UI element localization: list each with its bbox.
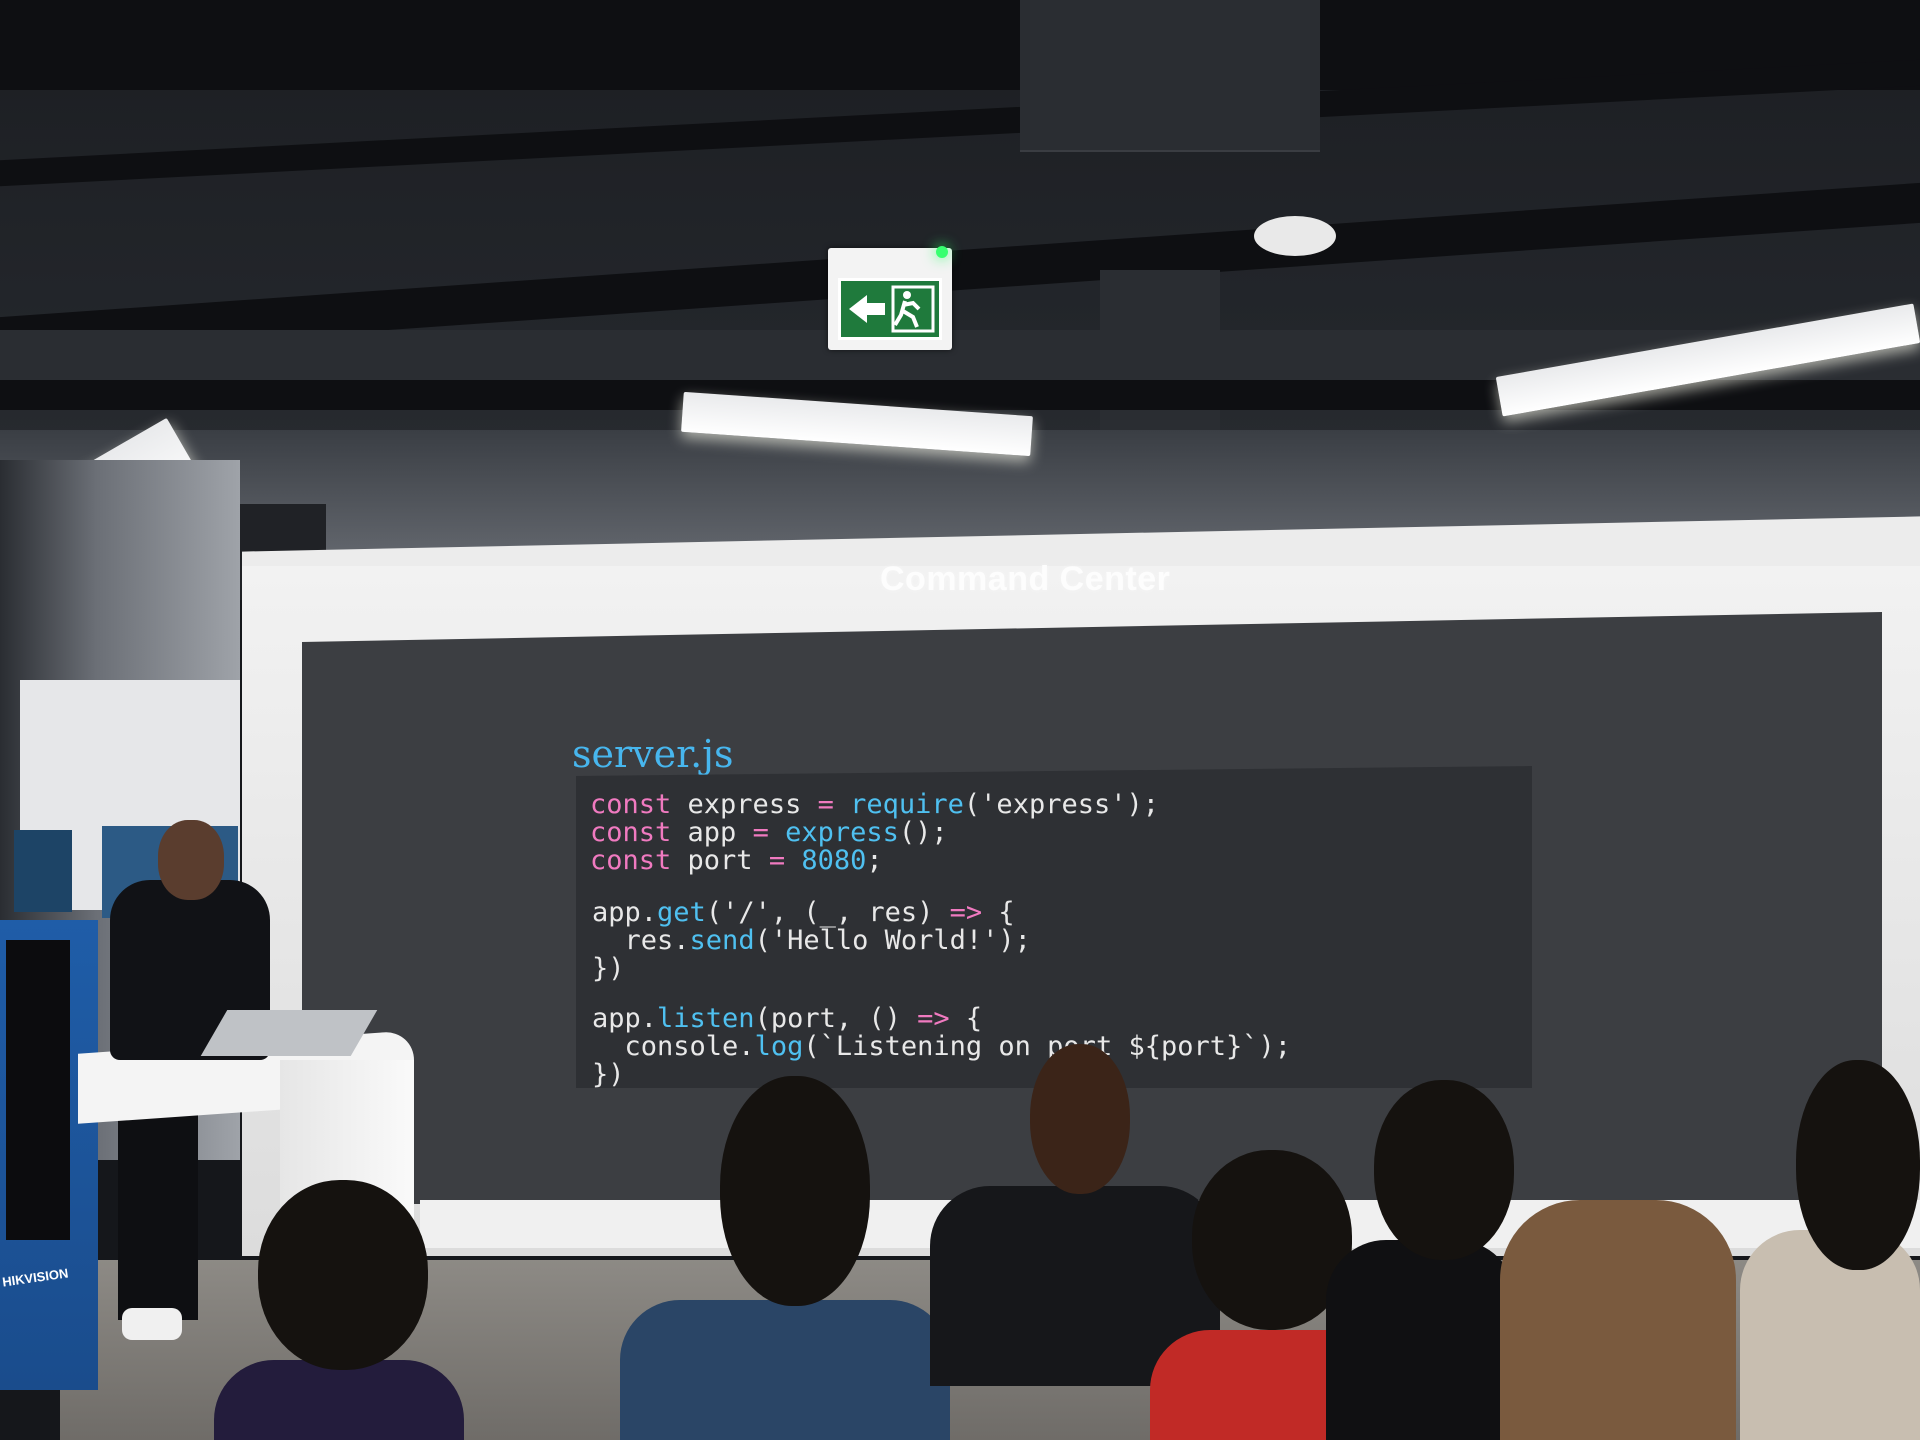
exit-sign-panel	[838, 278, 942, 340]
audience-head	[1030, 1044, 1130, 1194]
code-line: const express = require('express');	[590, 789, 1159, 820]
audience-head	[720, 1076, 870, 1306]
audience-person	[1740, 1230, 1920, 1440]
code-line: app.listen(port, () => {	[592, 1003, 983, 1034]
code-line: console.log(`Listening on port ${port}`)…	[592, 1031, 1292, 1062]
running-man-icon	[849, 285, 935, 333]
arrow-left-icon	[849, 295, 885, 323]
smoke-detector-icon	[1254, 216, 1336, 256]
audience-person	[620, 1300, 950, 1440]
presenter-shoes	[122, 1308, 182, 1340]
code-line: })	[592, 953, 625, 984]
code-line: app.get('/', (_, res) => {	[592, 897, 1015, 928]
code-line: res.send('Hello World!');	[592, 925, 1031, 956]
display-monitor	[14, 830, 72, 912]
code-line: const app = express();	[590, 817, 948, 848]
exit-sign-led	[936, 246, 948, 258]
audience-head	[1796, 1060, 1920, 1270]
audience-person-hijab	[1500, 1200, 1736, 1440]
kiosk-screen	[6, 940, 70, 1240]
exit-sign-icon	[828, 248, 952, 350]
audience-head	[258, 1180, 428, 1370]
air-duct	[1020, 0, 1320, 152]
code-line: })	[592, 1059, 625, 1090]
presenter-head	[158, 820, 224, 900]
audience-head	[1374, 1080, 1514, 1260]
audience-person	[1326, 1240, 1516, 1440]
slide-file-title: server.js	[572, 732, 734, 776]
audience-person	[214, 1360, 464, 1440]
laptop	[200, 1010, 378, 1056]
command-center-label: Command Center	[880, 560, 1171, 598]
code-line: const port = 8080;	[590, 845, 883, 876]
